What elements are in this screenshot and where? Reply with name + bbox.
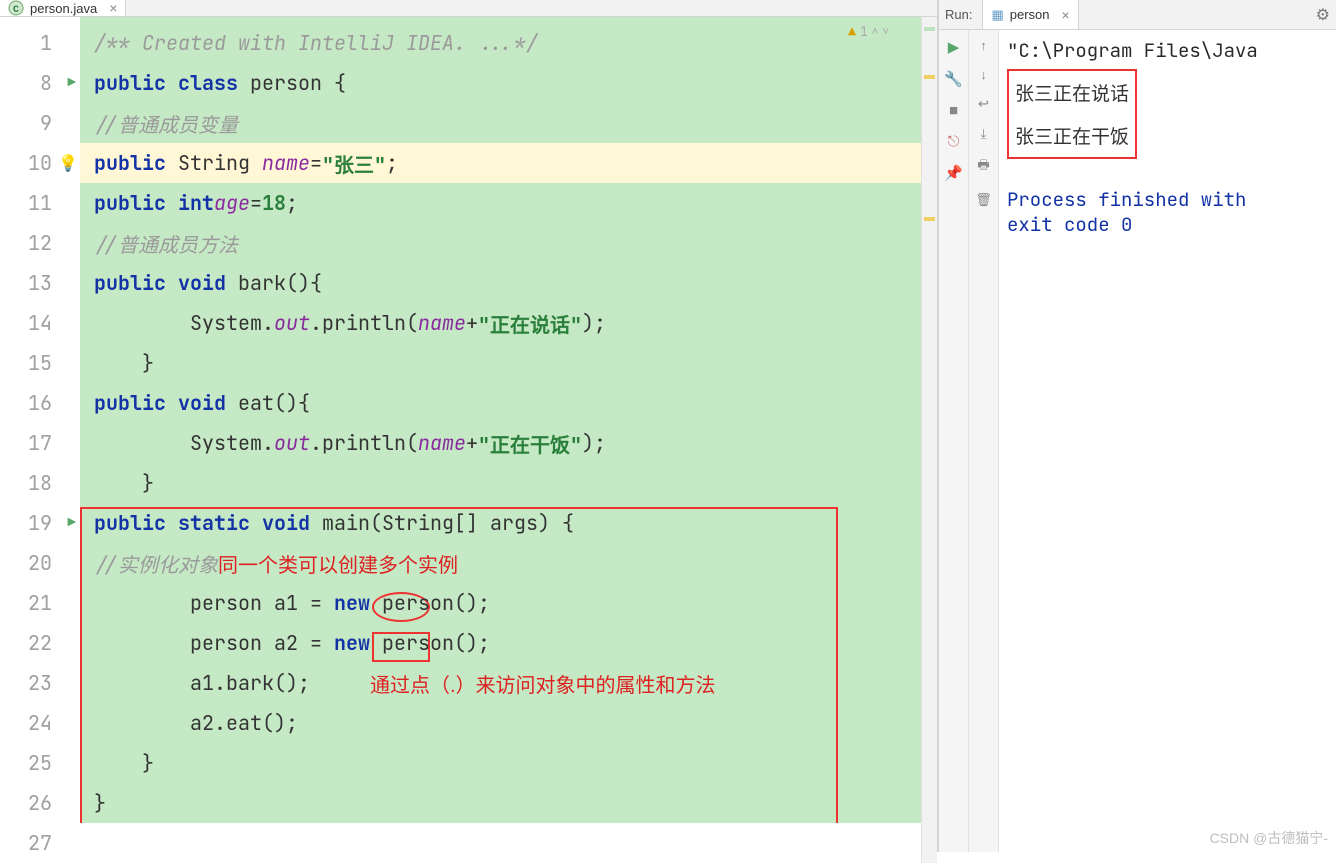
console-output[interactable]: "C:\Program Files\Java 张三正在说话 张三正在干饭 Pro… bbox=[999, 30, 1336, 852]
editor-tab-bar: C person.java × bbox=[0, 0, 937, 17]
console-path: "C:\Program Files\Java bbox=[1007, 38, 1328, 63]
print-icon[interactable]: 🖶 bbox=[977, 156, 989, 178]
code-line[interactable]: a1.bark(); 通过点（.）来访问对象中的属性和方法 bbox=[80, 663, 921, 703]
console-line: 张三正在干饭 bbox=[1015, 114, 1129, 157]
code-line[interactable]: System.out.println(name+"正在干饭"); bbox=[80, 423, 921, 463]
wrench-icon[interactable]: 🔧 bbox=[944, 70, 963, 88]
code-line[interactable] bbox=[80, 823, 921, 863]
gutter-line[interactable]: 11 bbox=[0, 183, 80, 223]
code-line[interactable]: System.out.println(name+"正在说话"); bbox=[80, 303, 921, 343]
code-line[interactable]: //实例化对象 同一个类可以创建多个实例 bbox=[80, 543, 921, 583]
gutter-line[interactable]: 8▶ bbox=[0, 63, 80, 103]
gutter-line[interactable]: 24 bbox=[0, 703, 80, 743]
annotation-output-box: 张三正在说话 张三正在干饭 bbox=[1007, 69, 1137, 159]
wrap-icon[interactable]: ↩ bbox=[978, 96, 989, 112]
gutter-line[interactable]: 18 bbox=[0, 463, 80, 503]
code-line[interactable]: public static void main(String[] args) { bbox=[80, 503, 921, 543]
gutter-line[interactable]: 13 bbox=[0, 263, 80, 303]
watermark: CSDN @古德猫宁- bbox=[1210, 828, 1328, 848]
code-line[interactable]: public void bark(){ bbox=[80, 263, 921, 303]
editor-stripe[interactable] bbox=[921, 17, 937, 863]
code-line[interactable]: //普通成员变量 bbox=[80, 103, 921, 143]
gutter-line[interactable]: 23 bbox=[0, 663, 80, 703]
console-process-status: Process finished with exit code 0 bbox=[1007, 187, 1328, 237]
run-body: ▶ 🔧 ■ ⎋ 📌 ↑ ↓ ↩ ⤓ 🖶 🗑 "C:\Program Files\… bbox=[939, 30, 1336, 852]
code-line[interactable]: //普通成员方法 bbox=[80, 223, 921, 263]
code-content[interactable]: ▲ 1 ˄ ˅ /** Created with IntelliJ IDEA. … bbox=[80, 17, 921, 863]
code-line[interactable]: public int age=18; bbox=[80, 183, 921, 223]
gutter: 18▶910💡111213141516171819▶20212223242526… bbox=[0, 17, 80, 863]
editor-tab-filename: person.java bbox=[30, 1, 97, 16]
gutter-line[interactable]: 15 bbox=[0, 343, 80, 383]
close-icon[interactable]: × bbox=[103, 1, 117, 15]
gutter-line[interactable]: 27 bbox=[0, 823, 80, 863]
code-line[interactable]: } bbox=[80, 783, 921, 823]
arrow-up-icon[interactable]: ↑ bbox=[980, 38, 987, 53]
application-icon: ▦ bbox=[991, 7, 1003, 23]
gear-icon[interactable]: ⚙ bbox=[1316, 5, 1330, 25]
gutter-line[interactable]: 17 bbox=[0, 423, 80, 463]
gutter-line[interactable]: 10💡 bbox=[0, 143, 80, 183]
stop-icon[interactable]: ■ bbox=[949, 102, 958, 119]
pin-icon[interactable]: 📌 bbox=[944, 164, 963, 182]
arrow-down-icon[interactable]: ↓ bbox=[980, 67, 987, 82]
code-line[interactable]: person a2 = new person(); bbox=[80, 623, 921, 663]
gutter-line[interactable]: 25 bbox=[0, 743, 80, 783]
run-toolbar-right: ↑ ↓ ↩ ⤓ 🖶 🗑 bbox=[969, 30, 999, 852]
rerun-icon[interactable]: ▶ bbox=[948, 38, 960, 56]
run-gutter-icon[interactable]: ▶ bbox=[68, 514, 76, 532]
run-toolbar-left: ▶ 🔧 ■ ⎋ 📌 bbox=[939, 30, 969, 852]
gutter-line[interactable]: 1 bbox=[0, 23, 80, 63]
run-panel: Run: ▦ person × ⚙ ▶ 🔧 ■ ⎋ 📌 ↑ ↓ ↩ ⤓ 🖶 🗑 … bbox=[938, 0, 1336, 852]
scroll-end-icon[interactable]: ⤓ bbox=[981, 126, 987, 142]
run-header: Run: ▦ person × ⚙ bbox=[939, 0, 1336, 30]
exit-icon[interactable]: ⎋ bbox=[948, 133, 960, 150]
editor-panel: C person.java × 18▶910💡11121314151617181… bbox=[0, 0, 938, 852]
gutter-line[interactable]: 16 bbox=[0, 383, 80, 423]
console-line: 张三正在说话 bbox=[1015, 71, 1129, 114]
close-icon[interactable]: × bbox=[1056, 7, 1070, 23]
code-line[interactable]: a2.eat(); bbox=[80, 703, 921, 743]
code-line[interactable]: } bbox=[80, 343, 921, 383]
code-line[interactable]: person a1 = new person(); bbox=[80, 583, 921, 623]
gutter-line[interactable]: 9 bbox=[0, 103, 80, 143]
code-line[interactable]: public void eat(){ bbox=[80, 383, 921, 423]
code-line[interactable]: public class person { bbox=[80, 63, 921, 103]
gutter-line[interactable]: 12 bbox=[0, 223, 80, 263]
code-editor[interactable]: 18▶910💡111213141516171819▶20212223242526… bbox=[0, 17, 937, 863]
gutter-line[interactable]: 21 bbox=[0, 583, 80, 623]
run-gutter-icon[interactable]: ▶ bbox=[68, 74, 76, 92]
run-tab[interactable]: ▦ person × bbox=[982, 0, 1078, 29]
java-class-icon: C bbox=[8, 0, 24, 16]
gutter-line[interactable]: 20 bbox=[0, 543, 80, 583]
gutter-line[interactable]: 22 bbox=[0, 623, 80, 663]
run-tab-name: person bbox=[1010, 7, 1050, 22]
gutter-line[interactable]: 26 bbox=[0, 783, 80, 823]
editor-tab[interactable]: C person.java × bbox=[0, 0, 126, 16]
code-line[interactable]: public String name="张三"; bbox=[80, 143, 921, 183]
code-line[interactable]: /** Created with IntelliJ IDEA. ...*/ bbox=[80, 23, 921, 63]
gutter-line[interactable]: 19▶ bbox=[0, 503, 80, 543]
code-line[interactable]: } bbox=[80, 463, 921, 503]
intention-bulb-icon[interactable]: 💡 bbox=[58, 153, 78, 174]
code-line[interactable]: } bbox=[80, 743, 921, 783]
run-label: Run: bbox=[945, 7, 972, 22]
svg-text:C: C bbox=[13, 5, 19, 16]
gutter-line[interactable]: 14 bbox=[0, 303, 80, 343]
trash-icon[interactable]: 🗑 bbox=[975, 192, 992, 208]
